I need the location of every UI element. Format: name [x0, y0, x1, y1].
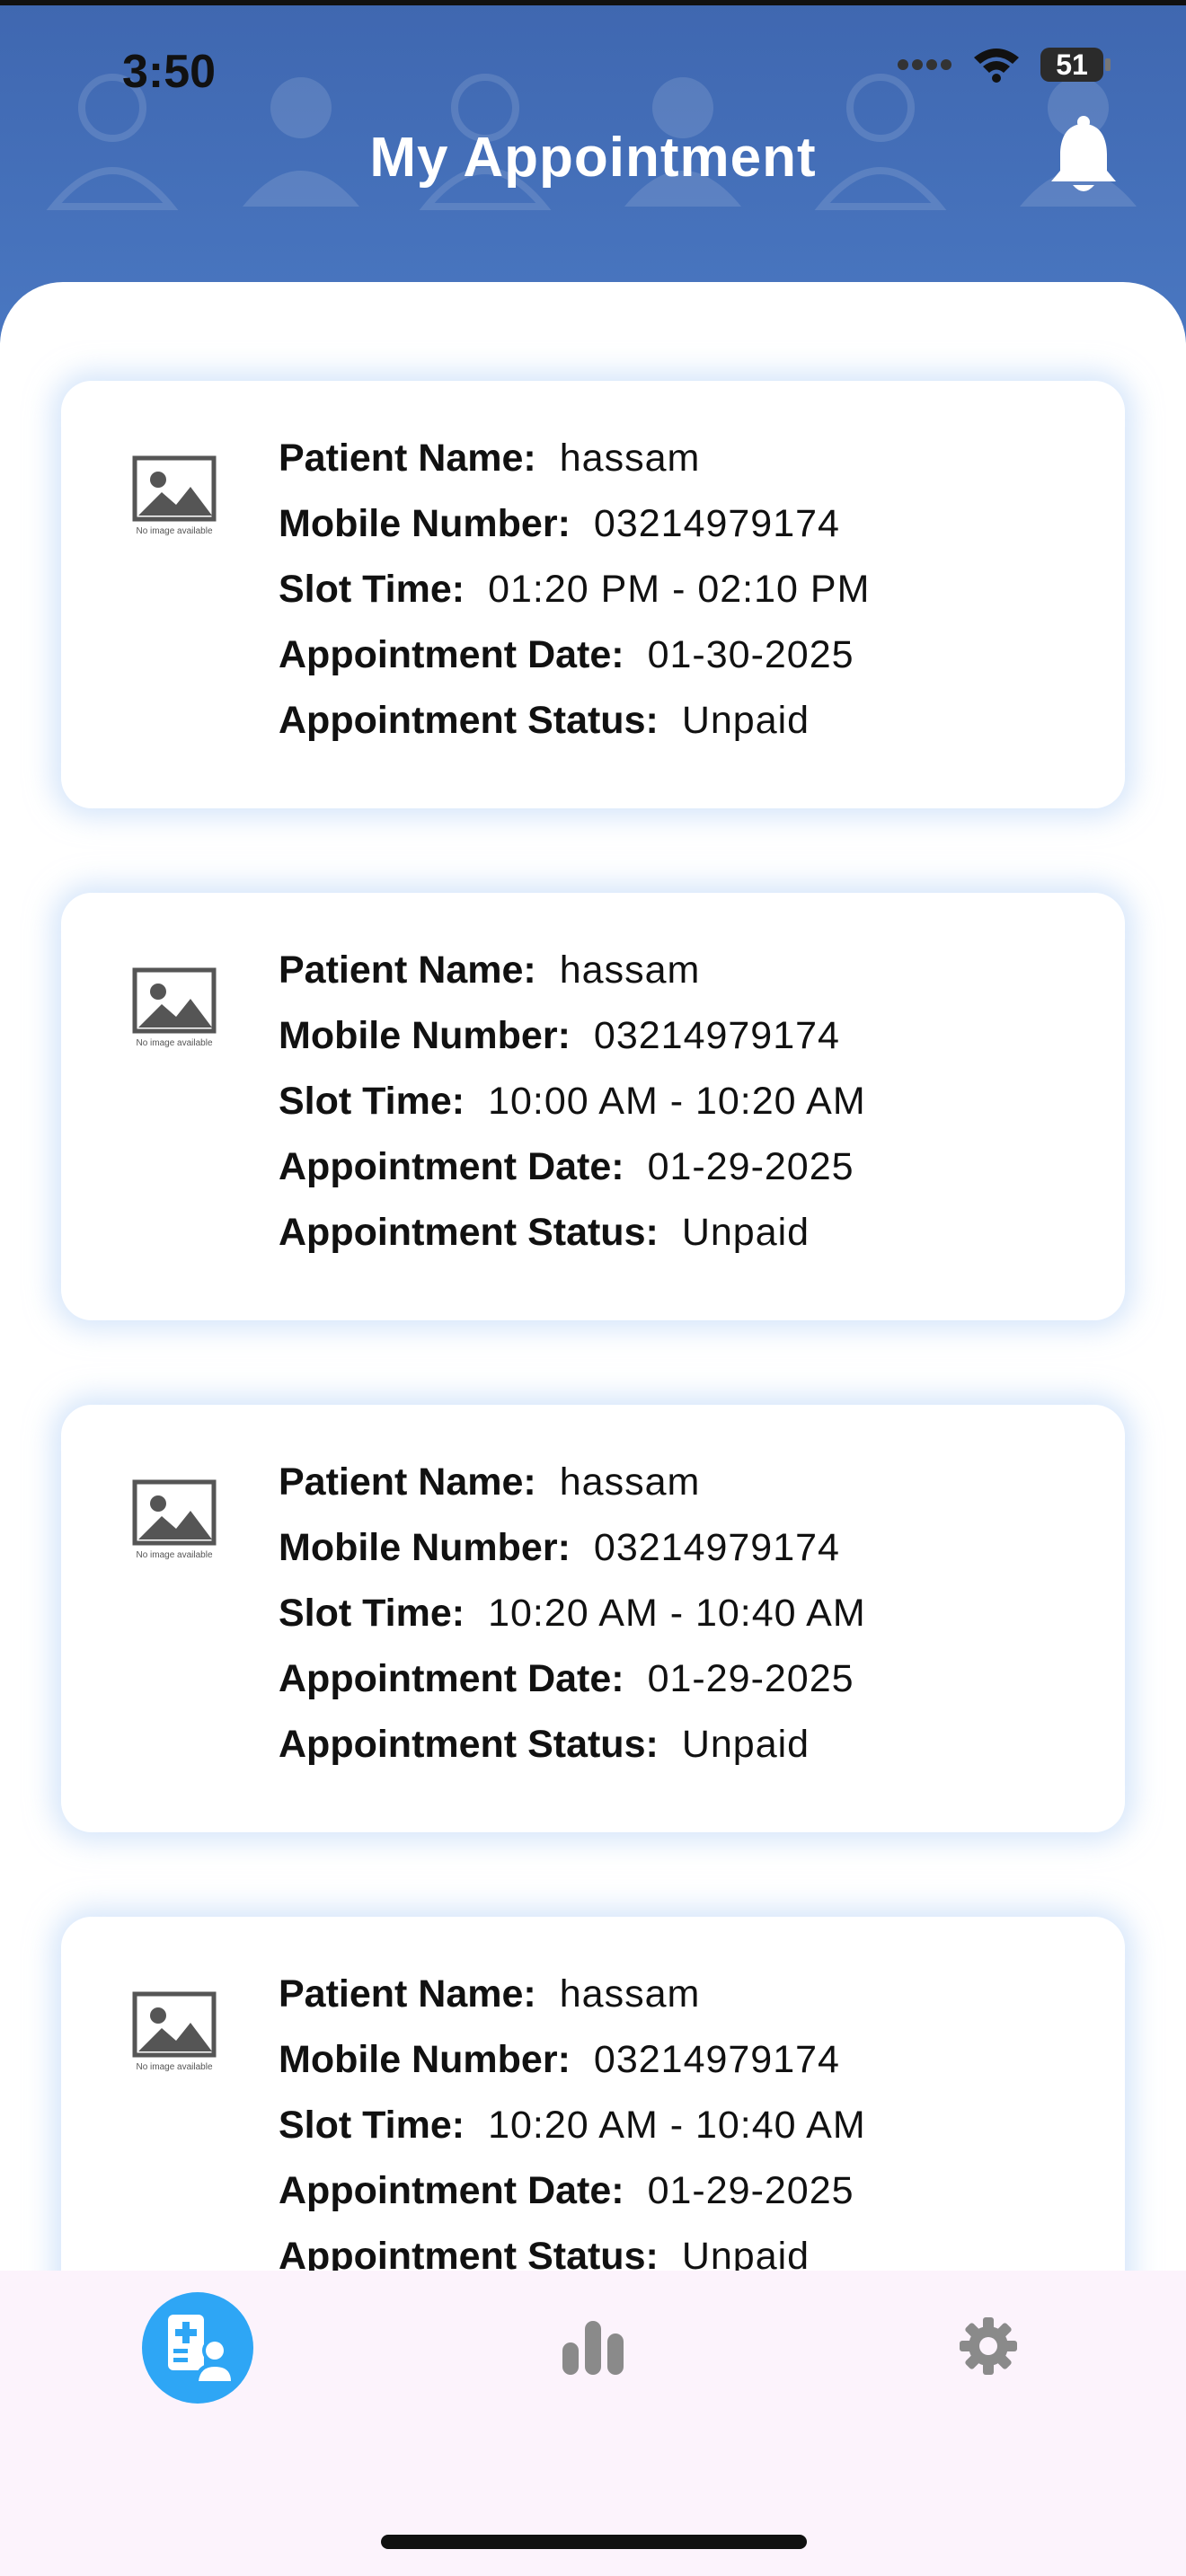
appointment-date-value: 01-29-2025	[647, 1657, 854, 1700]
slot-time-value: 10:00 AM - 10:20 AM	[488, 1080, 866, 1123]
mobile-number-row: Mobile Number: 03214979174	[279, 1515, 866, 1581]
slot-time-row: Slot Time: 10:20 AM - 10:40 AM	[279, 2093, 866, 2158]
mobile-number-label: Mobile Number:	[279, 2038, 571, 2081]
appointment-date-label: Appointment Date:	[279, 1145, 624, 1188]
appointment-date-label: Appointment Date:	[279, 1657, 624, 1700]
slot-time-value: 10:20 AM - 10:40 AM	[488, 2104, 866, 2147]
bell-icon[interactable]	[1049, 115, 1118, 196]
page-title: My Appointment	[369, 127, 817, 189]
appointment-details: Patient Name: hassam Mobile Number: 032149…	[279, 938, 866, 1266]
patient-name-value: hassam	[559, 1972, 701, 2016]
no-image-placeholder: No image available	[132, 1479, 217, 1560]
no-image-placeholder: No image available	[132, 967, 217, 1048]
appointment-card[interactable]: No image available Patient Name: hassam M…	[61, 381, 1125, 808]
nav-appointments-button[interactable]	[142, 2292, 253, 2404]
patient-name-row: Patient Name: hassam	[279, 938, 866, 1003]
appointment-status-label: Appointment Status:	[279, 1723, 659, 1766]
appointment-status-row: Appointment Status: Unpaid	[279, 688, 870, 754]
mobile-number-value: 03214979174	[593, 1014, 840, 1057]
appointment-list[interactable]: No image available Patient Name: hassam M…	[0, 282, 1186, 2576]
appointment-status-value: Unpaid	[681, 1211, 810, 1254]
appointment-status-row: Appointment Status: Unpaid	[279, 1200, 866, 1266]
mobile-number-label: Mobile Number:	[279, 1526, 571, 1569]
patient-name-row: Patient Name: hassam	[279, 426, 870, 491]
mobile-number-label: Mobile Number:	[279, 502, 571, 545]
appointment-date-row: Appointment Date: 01-30-2025	[279, 622, 870, 688]
appointment-status-value: Unpaid	[681, 699, 810, 742]
appointment-details: Patient Name: hassam Mobile Number: 032149…	[279, 426, 870, 754]
patient-name-label: Patient Name:	[279, 948, 536, 992]
bar-chart-icon[interactable]	[561, 2317, 625, 2377]
bottom-nav	[0, 2271, 1186, 2576]
patient-name-row: Patient Name: hassam	[279, 1450, 866, 1515]
patient-appointment-icon	[168, 2315, 235, 2383]
no-image-placeholder: No image available	[132, 1991, 217, 2072]
slot-time-row: Slot Time: 01:20 PM - 02:10 PM	[279, 557, 870, 622]
signal-icon	[898, 59, 951, 70]
slot-time-label: Slot Time:	[279, 1080, 465, 1123]
patient-name-label: Patient Name:	[279, 437, 536, 480]
appointment-date-row: Appointment Date: 01-29-2025	[279, 2158, 866, 2224]
mobile-number-label: Mobile Number:	[279, 1014, 571, 1057]
no-image-text: No image available	[136, 526, 212, 536]
status-icons: 51	[897, 47, 1111, 83]
patient-name-row: Patient Name: hassam	[279, 1962, 866, 2027]
slot-time-row: Slot Time: 10:00 AM - 10:20 AM	[279, 1069, 866, 1134]
battery-level: 51	[1056, 49, 1088, 81]
appointment-status-label: Appointment Status:	[279, 1211, 659, 1254]
patient-name-label: Patient Name:	[279, 1460, 536, 1504]
appointment-date-label: Appointment Date:	[279, 2169, 624, 2212]
appointment-date-value: 01-30-2025	[647, 633, 854, 676]
no-image-text: No image available	[136, 2062, 212, 2072]
no-image-text: No image available	[136, 1038, 212, 1048]
appointment-details: Patient Name: hassam Mobile Number: 032149…	[279, 1962, 866, 2289]
slot-time-row: Slot Time: 10:20 AM - 10:40 AM	[279, 1581, 866, 1646]
no-image-text: No image available	[136, 1550, 212, 1560]
appointment-date-row: Appointment Date: 01-29-2025	[279, 1134, 866, 1200]
appointment-status-label: Appointment Status:	[279, 699, 659, 742]
mobile-number-value: 03214979174	[593, 2038, 840, 2081]
patient-name-label: Patient Name:	[279, 1972, 536, 2016]
appointment-status-row: Appointment Status: Unpaid	[279, 1712, 866, 1778]
appointment-status-value: Unpaid	[681, 1723, 810, 1766]
mobile-number-row: Mobile Number: 03214979174	[279, 491, 870, 557]
home-indicator[interactable]	[381, 2535, 807, 2549]
slot-time-label: Slot Time:	[279, 2104, 465, 2147]
appointment-card[interactable]: No image available Patient Name: hassam M…	[61, 893, 1125, 1320]
slot-time-label: Slot Time:	[279, 1592, 465, 1635]
mobile-number-value: 03214979174	[593, 502, 840, 545]
mobile-number-value: 03214979174	[593, 1526, 840, 1569]
battery-icon: 51	[1040, 48, 1111, 82]
patient-name-value: hassam	[559, 437, 701, 480]
slot-time-value: 10:20 AM - 10:40 AM	[488, 1592, 866, 1635]
status-time: 3:50	[122, 46, 217, 98]
appointment-date-value: 01-29-2025	[647, 2169, 854, 2212]
mobile-number-row: Mobile Number: 03214979174	[279, 2027, 866, 2093]
no-image-placeholder: No image available	[132, 455, 217, 536]
wifi-icon	[974, 49, 1019, 83]
patient-name-value: hassam	[559, 948, 701, 992]
appointment-date-row: Appointment Date: 01-29-2025	[279, 1646, 866, 1712]
appointment-date-label: Appointment Date:	[279, 633, 624, 676]
appointment-card[interactable]: No image available Patient Name: hassam M…	[61, 1405, 1125, 1832]
appointment-details: Patient Name: hassam Mobile Number: 032149…	[279, 1450, 866, 1778]
top-border	[0, 0, 1186, 5]
patient-name-value: hassam	[559, 1460, 701, 1504]
mobile-number-row: Mobile Number: 03214979174	[279, 1003, 866, 1069]
slot-time-label: Slot Time:	[279, 568, 465, 611]
gear-icon[interactable]	[958, 2316, 1019, 2377]
appointment-date-value: 01-29-2025	[647, 1145, 854, 1188]
slot-time-value: 01:20 PM - 02:10 PM	[488, 568, 871, 611]
